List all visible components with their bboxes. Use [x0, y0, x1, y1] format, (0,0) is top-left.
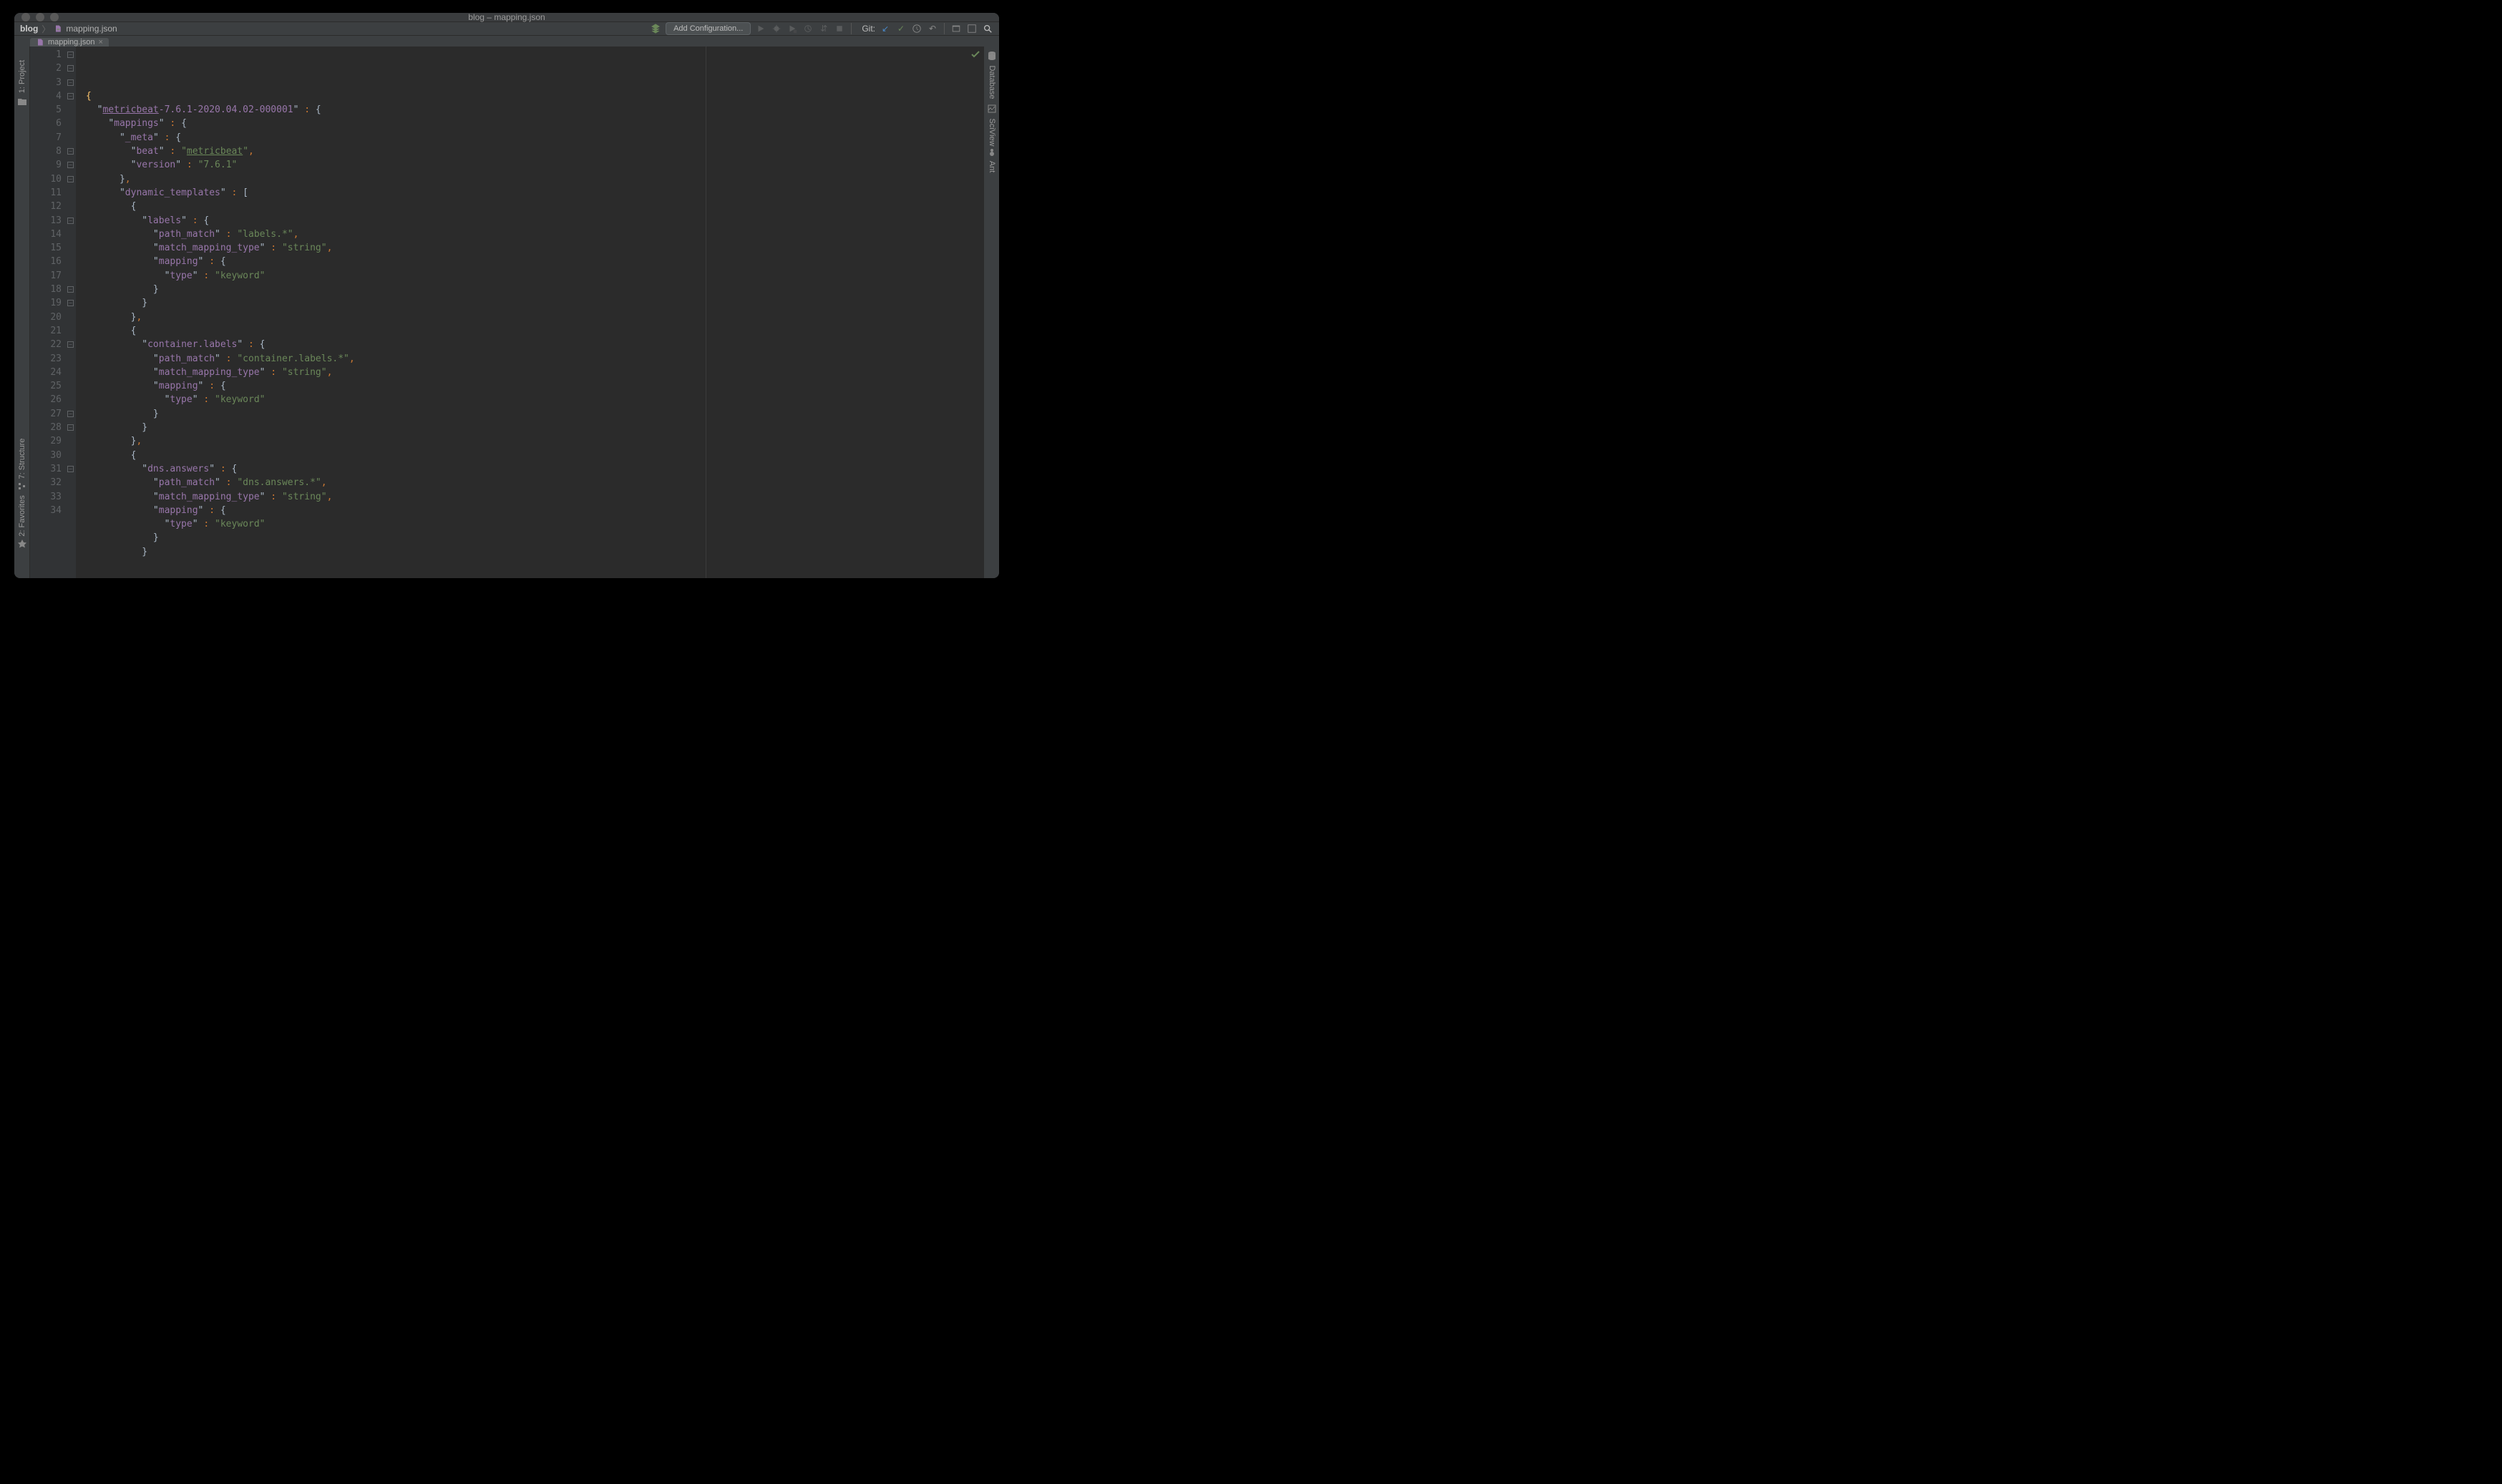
- minimize-button[interactable]: [36, 13, 44, 21]
- stop-icon[interactable]: [834, 23, 845, 34]
- breadcrumb-project[interactable]: blog: [20, 24, 38, 34]
- breadcrumb-file[interactable]: mapping.json: [66, 24, 117, 34]
- zoom-button[interactable]: [50, 13, 59, 21]
- close-tab-icon[interactable]: ×: [98, 38, 102, 47]
- run-icon[interactable]: [755, 23, 766, 34]
- navigation-bar: blog 〉 mapping.json Add Configuration...…: [14, 22, 999, 36]
- editor-tabs: mapping.json ×: [14, 36, 999, 47]
- main-area: 1: Project 7: Structure 2: Favorites 123…: [14, 47, 999, 578]
- project-structure-icon[interactable]: [950, 23, 962, 34]
- project-icon: [17, 97, 27, 107]
- profile-icon[interactable]: [802, 23, 814, 34]
- inspection-indicator-icon[interactable]: [970, 49, 980, 59]
- attach-icon[interactable]: ⇵: [818, 23, 829, 34]
- fold-toggle-icon[interactable]: −: [67, 162, 74, 168]
- vcs-update-icon[interactable]: ↙: [880, 23, 891, 34]
- fold-toggle-icon[interactable]: −: [67, 300, 74, 306]
- vcs-history-icon[interactable]: [911, 23, 923, 34]
- navbar-right: Add Configuration... ⇵ Git: ↙ ✓ ↶: [650, 22, 993, 35]
- fold-toggle-icon[interactable]: −: [67, 79, 74, 86]
- fold-toggle-icon[interactable]: −: [67, 218, 74, 224]
- vcs-revert-icon[interactable]: ↶: [927, 23, 938, 34]
- fold-toggle-icon[interactable]: −: [67, 411, 74, 417]
- ide-settings-icon[interactable]: [966, 23, 978, 34]
- editor-tab-mapping[interactable]: mapping.json ×: [30, 38, 109, 47]
- vcs-commit-icon[interactable]: ✓: [895, 23, 907, 34]
- fold-toggle-icon[interactable]: −: [67, 176, 74, 182]
- favorites-icon: [17, 539, 27, 549]
- fold-toggle-icon[interactable]: −: [67, 286, 74, 293]
- code-area[interactable]: { "metricbeat-7.6.1-2020.04.02-000001" :…: [76, 47, 983, 578]
- breadcrumb-sep: 〉: [42, 23, 50, 35]
- close-button[interactable]: [21, 13, 30, 21]
- build-icon[interactable]: [650, 23, 661, 34]
- debug-icon[interactable]: [771, 23, 782, 34]
- git-label: Git:: [862, 24, 875, 34]
- fold-toggle-icon[interactable]: −: [67, 148, 74, 155]
- coverage-icon[interactable]: [787, 23, 798, 34]
- right-tool-strip: Database SciView Ant: [983, 47, 999, 578]
- fold-toggle-icon[interactable]: −: [67, 65, 74, 72]
- toolbar-separator: [851, 23, 852, 34]
- window-title: blog – mapping.json: [468, 13, 545, 22]
- json-file-icon: [36, 38, 44, 47]
- toolbar-separator-2: [944, 23, 945, 34]
- ide-window: blog – mapping.json blog 〉 mapping.json …: [14, 13, 999, 578]
- tool-window-ant[interactable]: Ant: [988, 131, 996, 202]
- traffic-lights: [14, 13, 59, 21]
- gutter: 1234567891011121314151617181920212223242…: [30, 47, 76, 578]
- left-tool-strip: 1: Project 7: Structure 2: Favorites: [14, 47, 30, 578]
- fold-toggle-icon[interactable]: −: [67, 466, 74, 472]
- fold-toggle-icon[interactable]: −: [67, 424, 74, 431]
- json-file-icon: [54, 24, 62, 33]
- run-configuration-select[interactable]: Add Configuration...: [666, 22, 751, 35]
- search-icon[interactable]: [982, 23, 993, 34]
- fold-toggle-icon[interactable]: −: [67, 93, 74, 99]
- fold-column[interactable]: − − − − − − − − − − − − − −: [66, 47, 76, 578]
- code-editor[interactable]: 1234567891011121314151617181920212223242…: [30, 47, 983, 578]
- fold-toggle-icon[interactable]: −: [67, 52, 74, 58]
- fold-toggle-icon[interactable]: −: [67, 341, 74, 348]
- breadcrumb: blog 〉 mapping.json: [20, 23, 117, 35]
- tab-label: mapping.json: [48, 38, 94, 47]
- titlebar: blog – mapping.json: [14, 13, 999, 22]
